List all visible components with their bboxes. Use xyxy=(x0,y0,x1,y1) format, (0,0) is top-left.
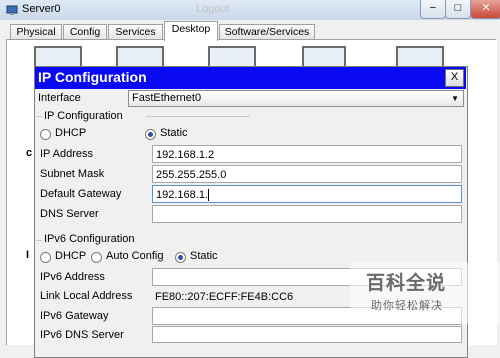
desktop-app-tile[interactable] xyxy=(34,46,82,68)
ipv6-static-label: Static xyxy=(190,250,218,262)
desktop-app-tile[interactable] xyxy=(396,46,444,68)
dns-server-field[interactable] xyxy=(152,205,462,223)
interface-select-value: FastEthernet0 xyxy=(132,92,202,104)
ipv6-group-line xyxy=(36,240,42,241)
desktop-app-tile[interactable] xyxy=(208,46,256,68)
ipv4-dhcp-radio[interactable] xyxy=(40,129,51,140)
dns-server-label: DNS Server xyxy=(40,208,99,220)
ipv6-static-radio[interactable] xyxy=(175,252,186,263)
ipv6-auto-config-label: Auto Config xyxy=(106,250,164,262)
ipv6-dhcp-radio[interactable] xyxy=(40,252,51,263)
tab-software-services[interactable]: Software/Services xyxy=(219,24,315,39)
ip-address-label: IP Address xyxy=(40,148,93,160)
watermark-sub-text: 助你轻松解决 xyxy=(371,300,443,312)
server-app-icon xyxy=(6,5,18,15)
ipv6-dns-server-field[interactable] xyxy=(152,326,462,343)
ipv4-group-line xyxy=(146,116,250,117)
background-title-text: Logout xyxy=(196,3,230,15)
chevron-down-icon: ▼ xyxy=(451,94,459,103)
watermark-main-text: 百科全说 xyxy=(366,273,447,294)
interface-select[interactable]: FastEthernet0 ▼ xyxy=(128,90,464,107)
maximize-button[interactable]: □ xyxy=(445,0,471,19)
ipv6-address-label: IPv6 Address xyxy=(40,271,105,283)
tab-desktop[interactable]: Desktop xyxy=(164,21,218,41)
ipv4-group-line xyxy=(36,116,42,117)
close-window-button[interactable]: ✕ xyxy=(470,0,500,19)
ipv6-dns-server-label: IPv6 DNS Server xyxy=(40,329,124,341)
ipv6-gateway-label: IPv6 Gateway xyxy=(40,310,109,322)
tab-services[interactable]: Services xyxy=(108,24,163,39)
default-gateway-label: Default Gateway xyxy=(40,188,122,200)
dialog-title: IP Configuration xyxy=(38,69,147,85)
ipv4-static-radio[interactable] xyxy=(145,129,156,140)
window-title-bar: Server0 Logout − □ ✕ xyxy=(0,0,500,21)
ipv6-dhcp-label: DHCP xyxy=(55,250,87,262)
default-gateway-field[interactable]: 192.168.1. xyxy=(152,185,462,203)
dialog-close-button[interactable]: X xyxy=(445,69,464,87)
desktop-side-label: c xyxy=(26,147,33,159)
ipv4-static-label: Static xyxy=(160,127,188,139)
desktop-side-label: I xyxy=(26,249,30,261)
ipv4-section-title: IP Configuration xyxy=(44,110,123,122)
interface-label: Interface xyxy=(38,92,81,104)
minimize-button[interactable]: − xyxy=(420,0,446,19)
ipv6-auto-config-radio[interactable] xyxy=(91,252,102,263)
window-title: Server0 xyxy=(22,3,61,15)
text-cursor xyxy=(208,189,209,202)
ip-address-field[interactable]: 192.168.1.2 xyxy=(152,145,462,163)
default-gateway-value: 192.168.1. xyxy=(156,189,208,201)
tab-physical[interactable]: Physical xyxy=(10,24,62,39)
link-local-address-label: Link Local Address xyxy=(40,290,133,302)
subnet-mask-field[interactable]: 255.255.255.0 xyxy=(152,165,462,183)
ipv6-section-title: IPv6 Configuration xyxy=(44,233,135,245)
desktop-app-tile[interactable] xyxy=(302,46,346,68)
desktop-app-tile[interactable] xyxy=(116,46,164,68)
ipv4-dhcp-label: DHCP xyxy=(55,127,87,139)
subnet-mask-label: Subnet Mask xyxy=(40,168,105,180)
tab-config[interactable]: Config xyxy=(63,24,107,39)
